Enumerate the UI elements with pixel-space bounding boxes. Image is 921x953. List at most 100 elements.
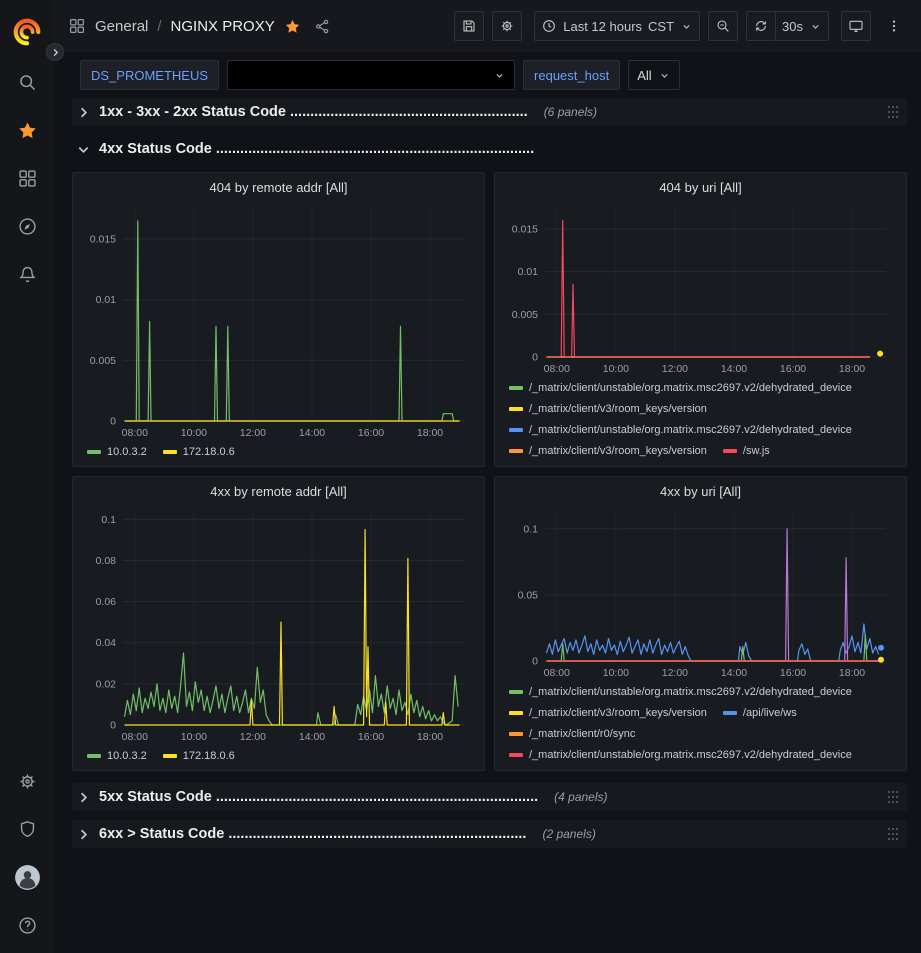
- chart-404-by-remote-addr[interactable]: 08:0010:0012:0014:0016:0018:0000.0050.01…: [77, 197, 480, 441]
- dashboard-row-5xx[interactable]: 5xx Status Code ........................…: [72, 783, 907, 811]
- legend-item[interactable]: /_matrix/client/unstable/org.matrix.msc2…: [509, 380, 852, 396]
- sidebar-expand-button[interactable]: [46, 43, 64, 61]
- time-range-picker[interactable]: Last 12 hours CST: [534, 11, 700, 41]
- legend-item[interactable]: /_matrix/client/unstable/org.matrix.msc2…: [509, 422, 852, 438]
- legend-swatch-icon: [509, 407, 523, 411]
- legend-label: /_matrix/client/v3/room_keys/version: [529, 401, 707, 417]
- breadcrumb-folder[interactable]: General: [95, 18, 148, 35]
- sidebar-item-explore[interactable]: [0, 202, 54, 250]
- legend-item[interactable]: /sw.js: [723, 443, 770, 459]
- dashboard-row-1xx-3xx-2xx[interactable]: 1xx - 3xx - 2xx Status Code ............…: [72, 98, 907, 126]
- search-icon[interactable]: [0, 58, 54, 106]
- legend-item[interactable]: 10.0.3.2: [87, 444, 147, 460]
- refresh-interval-picker[interactable]: 30s: [775, 11, 829, 41]
- svg-text:16:00: 16:00: [358, 731, 384, 743]
- legend-item[interactable]: /_matrix/client/v3/room_keys/version: [509, 401, 707, 417]
- legend-swatch-icon: [509, 386, 523, 390]
- request-host-variable-label[interactable]: request_host: [523, 60, 620, 90]
- chart-4xx-by-remote-addr[interactable]: 08:0010:0012:0014:0016:0018:0000.020.040…: [77, 501, 480, 745]
- dashboard-row-6xx[interactable]: 6xx > Status Code ......................…: [72, 820, 907, 848]
- svg-text:0.05: 0.05: [518, 589, 539, 601]
- avatar[interactable]: [0, 853, 54, 901]
- variables-bar: DS_PROMETHEUS request_host All: [54, 52, 921, 98]
- sidebar-item-dashboards[interactable]: [0, 154, 54, 202]
- chevron-right-icon: [76, 827, 91, 842]
- panel-title[interactable]: 404 by remote addr [All]: [77, 175, 480, 197]
- chevron-right-icon: [76, 105, 91, 120]
- panel-title[interactable]: 4xx by uri [All]: [499, 479, 902, 501]
- svg-text:12:00: 12:00: [662, 667, 688, 679]
- chevron-right-icon: [76, 790, 91, 805]
- legend-item[interactable]: /api/live/ws: [723, 705, 797, 721]
- datasource-select[interactable]: [227, 60, 515, 90]
- legend-label: /api/live/ws: [743, 705, 797, 721]
- favorite-star-icon[interactable]: [284, 18, 301, 35]
- tv-mode-button[interactable]: [841, 11, 871, 41]
- row-title: 1xx - 3xx - 2xx Status Code ............…: [99, 104, 528, 120]
- panel-title[interactable]: 4xx by remote addr [All]: [77, 479, 480, 501]
- svg-text:0.015: 0.015: [90, 234, 116, 246]
- sidebar-item-starred[interactable]: [0, 106, 54, 154]
- drag-handle-icon[interactable]: [887, 105, 899, 119]
- drag-handle-icon[interactable]: [887, 827, 899, 841]
- legend-swatch-icon: [87, 450, 101, 454]
- svg-text:14:00: 14:00: [721, 363, 747, 375]
- legend-swatch-icon: [509, 428, 523, 432]
- svg-text:0: 0: [110, 416, 116, 428]
- legend-item[interactable]: /_matrix/client/unstable/org.matrix.msc2…: [509, 684, 852, 700]
- refresh-button[interactable]: [746, 11, 776, 41]
- clock-icon: [541, 18, 557, 34]
- gear-icon[interactable]: [0, 757, 54, 805]
- legend-item[interactable]: 172.18.0.6: [163, 444, 235, 460]
- svg-text:08:00: 08:00: [544, 363, 570, 375]
- legend-swatch-icon: [509, 690, 523, 694]
- svg-text:0.01: 0.01: [518, 266, 539, 278]
- help-icon[interactable]: [0, 901, 54, 949]
- legend-item[interactable]: 172.18.0.6: [163, 748, 235, 764]
- legend-label: /_matrix/client/v3/room_keys/version: [529, 705, 707, 721]
- svg-text:08:00: 08:00: [544, 667, 570, 679]
- svg-text:0.015: 0.015: [512, 223, 538, 235]
- sidebar-item-alerting[interactable]: [0, 250, 54, 298]
- legend-item[interactable]: /_matrix/client/v3/room_keys/version: [509, 705, 707, 721]
- chart-4xx-by-uri[interactable]: 08:0010:0012:0014:0016:0018:0000.050.1: [499, 501, 902, 681]
- legend-item[interactable]: 10.0.3.2: [87, 748, 147, 764]
- zoom-out-button[interactable]: [708, 11, 738, 41]
- svg-text:0.02: 0.02: [96, 678, 117, 690]
- svg-text:14:00: 14:00: [299, 427, 325, 439]
- top-navbar: General / NGINX PROXY: [54, 0, 921, 52]
- save-dashboard-button[interactable]: [454, 11, 484, 41]
- dashboard-title[interactable]: NGINX PROXY: [171, 18, 275, 35]
- chevron-down-icon: [493, 69, 506, 82]
- panel-4xx-by-uri: 4xx by uri [All] 08:0010:0012:0014:0016:…: [494, 476, 907, 771]
- dashboard-settings-button[interactable]: [492, 11, 522, 41]
- dashboard-body: 1xx - 3xx - 2xx Status Code ............…: [54, 98, 921, 953]
- breadcrumb-separator: /: [157, 18, 161, 35]
- sidebar-bottom: [0, 757, 54, 949]
- row-panel-count: (2 panels): [542, 827, 595, 841]
- breadcrumb: General / NGINX PROXY: [68, 17, 331, 35]
- legend-label: 172.18.0.6: [183, 444, 235, 460]
- legend-swatch-icon: [723, 711, 737, 715]
- legend-item[interactable]: /_matrix/client/unstable/org.matrix.msc2…: [509, 747, 852, 763]
- datasource-variable-label[interactable]: DS_PROMETHEUS: [80, 60, 219, 90]
- panel-title[interactable]: 404 by uri [All]: [499, 175, 902, 197]
- legend-label: 10.0.3.2: [107, 748, 147, 764]
- legend-swatch-icon: [509, 449, 523, 453]
- kebab-menu-icon[interactable]: [879, 11, 909, 41]
- chart-404-by-uri[interactable]: 08:0010:0012:0014:0016:0018:0000.0050.01…: [499, 197, 902, 377]
- shield-icon[interactable]: [0, 805, 54, 853]
- legend-item[interactable]: /_matrix/client/v3/room_keys/version: [509, 443, 707, 459]
- legend-label: 172.18.0.6: [183, 748, 235, 764]
- user-avatar-icon: [15, 865, 40, 890]
- panel-grid: 404 by remote addr [All] 08:0010:0012:00…: [72, 172, 907, 771]
- svg-text:0: 0: [532, 352, 538, 364]
- drag-handle-icon[interactable]: [887, 790, 899, 804]
- legend-swatch-icon: [509, 753, 523, 757]
- request-host-value: All: [637, 68, 651, 83]
- dashboard-row-4xx[interactable]: 4xx Status Code ........................…: [72, 135, 907, 163]
- legend-item[interactable]: /_matrix/client/r0/sync: [509, 726, 635, 742]
- request-host-select[interactable]: All: [628, 60, 679, 90]
- share-icon[interactable]: [314, 18, 331, 35]
- svg-text:0: 0: [110, 720, 116, 732]
